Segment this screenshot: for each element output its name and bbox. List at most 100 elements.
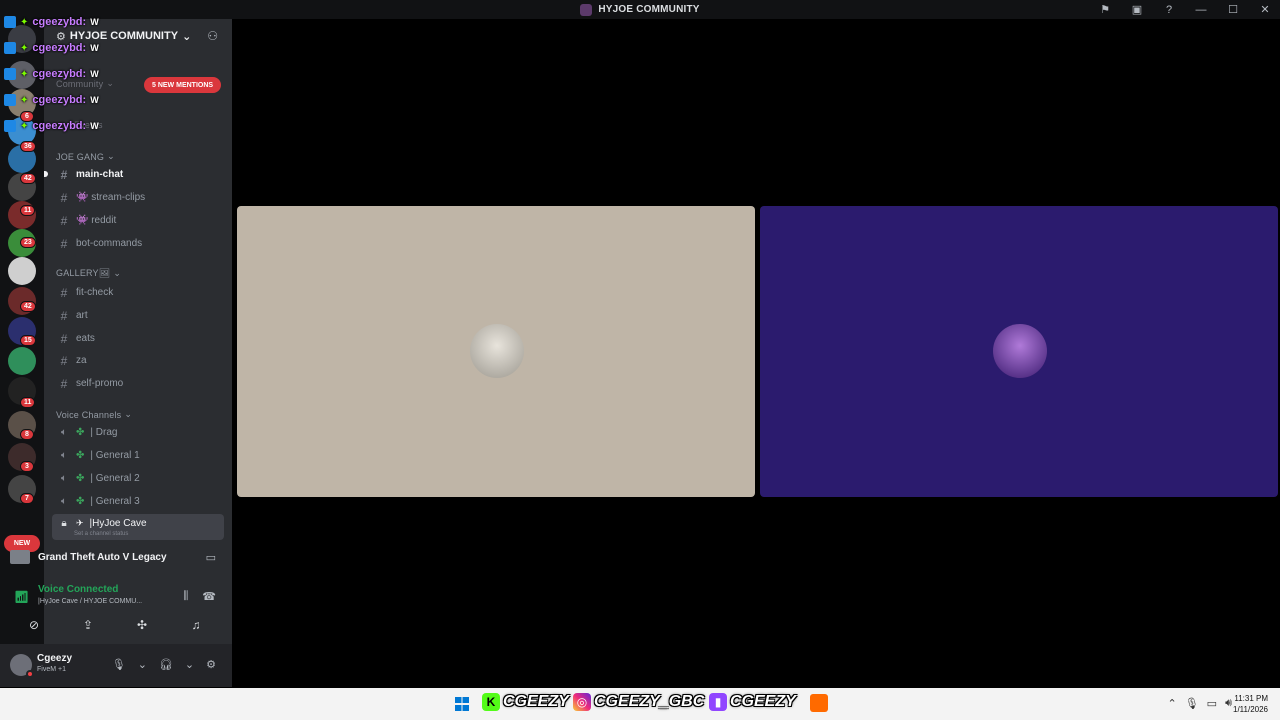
game-icon [10, 550, 30, 564]
hash-icon: # [60, 285, 68, 300]
overlay-chat-line: ✦ cgeezybd: W [4, 68, 99, 80]
add-member-icon[interactable]: ⚇ [207, 29, 218, 43]
maximize-icon[interactable]: ☐ [1226, 3, 1240, 16]
clover-icon: ✤ [76, 473, 85, 484]
channel-label: | Drag [90, 427, 118, 438]
speaker-icon: 🔈︎ [61, 496, 67, 507]
channel-eats[interactable]: # eats [52, 328, 224, 349]
windows-start-icon[interactable] [455, 697, 469, 711]
hash-icon: # [60, 308, 68, 323]
voice-connected-label[interactable]: Voice Connected [38, 584, 118, 595]
headphones-icon[interactable]: 🎧︎ [159, 658, 173, 671]
server-icon[interactable] [8, 347, 36, 375]
voice-channel-drag[interactable]: 🔈︎ ✤ | Drag [52, 422, 224, 443]
soundboard-icon[interactable]: ♫ [172, 612, 220, 638]
clover-icon: ✤ [76, 450, 85, 461]
overlay-chat-line: ✦ cgeezybd: W [4, 16, 99, 28]
instagram-icon: ◎ [573, 693, 591, 711]
new-mentions-pill[interactable]: 5 NEW MENTIONS [144, 77, 222, 93]
channel-bot-commands[interactable]: # bot-commands [52, 233, 224, 254]
activities-icon[interactable]: ✣ [118, 612, 166, 638]
server-icon [580, 3, 593, 16]
minimize-icon[interactable]: — [1194, 4, 1208, 16]
chevron-down-icon: ⌄ [106, 78, 115, 88]
participant-avatar [993, 324, 1047, 378]
participant-avatar [470, 324, 524, 378]
channel-main-chat[interactable]: # main-chat [44, 164, 224, 185]
signal-icon[interactable]: 📶︎ [14, 590, 29, 604]
voice-channel-hyjoe-cave[interactable]: 🔒︎ ✈ |HyJoe Cave Set a channel status [52, 514, 224, 540]
chevron-down-icon[interactable]: ⌄ [138, 658, 147, 671]
unread-badge: 7 [20, 493, 34, 504]
overlay-username: cgeezybd: [32, 42, 87, 54]
category-label: GALLERY🖼 [56, 268, 111, 278]
clover-icon: ✤ [76, 427, 85, 438]
channel-status-hint[interactable]: Set a channel status [74, 531, 128, 537]
settings-gear-icon[interactable]: ⚙ [206, 658, 216, 671]
channel-self-promo[interactable]: # self-promo [52, 373, 224, 394]
video-tile-left[interactable] [237, 206, 755, 497]
volume-icon[interactable]: 🔊︎ [1225, 697, 1232, 710]
server-icon[interactable] [8, 257, 36, 285]
hidden-item-label: Community [56, 78, 104, 89]
disconnect-icon[interactable]: ☎︎ [202, 590, 216, 603]
flag-icon[interactable]: ⚑ [1098, 3, 1112, 16]
activity-panel[interactable]: Grand Theft Auto V Legacy ▭ [6, 540, 224, 574]
overlay-username: cgeezybd: [32, 16, 87, 28]
status-indicator [26, 670, 34, 678]
hash-icon: # [60, 213, 68, 228]
channel-stream-clips[interactable]: # 👾 stream-clips [52, 187, 224, 208]
camera-off-icon[interactable]: ⊘ [10, 612, 58, 638]
chevron-up-icon[interactable]: ⌃ [1167, 697, 1176, 710]
noise-suppression-icon[interactable]: ⫼ [183, 590, 188, 603]
channel-art[interactable]: # art [52, 305, 224, 326]
clock[interactable]: 11:31 PM 1/11/2026 [1233, 693, 1268, 715]
sparkle-icon: ✦ [20, 94, 29, 106]
voice-controls: ⊘ ⇪ ✣ ♫ [10, 612, 220, 638]
inbox-icon[interactable]: ▣ [1130, 3, 1144, 16]
help-icon[interactable]: ? [1162, 4, 1176, 16]
channel-label: |HyJoe Cave [89, 518, 147, 529]
channel-label: | General 3 [90, 496, 140, 507]
windows-taskbar: K CGEEZY ◎ CGEEZY_GBC ▮ CGEEZY ⌃ 🎙︎ ▭ 🔊︎… [0, 688, 1280, 720]
server-name: HYJOE COMMUNITY [69, 30, 179, 42]
overlay-chat-line: ✦ cgeezybd: W [4, 94, 99, 106]
channel-fit-check[interactable]: # fit-check [52, 282, 224, 303]
close-icon[interactable]: ✕ [1258, 3, 1272, 16]
network-icon[interactable]: ▭ [1207, 697, 1217, 710]
unread-badge: 23 [20, 237, 36, 248]
category-gallery[interactable]: GALLERY🖼 ⌄ [56, 268, 121, 279]
video-tile-right[interactable] [760, 206, 1278, 497]
hash-icon: # [60, 331, 68, 346]
user-activity-status: FiveM +1 [37, 666, 66, 673]
unread-badge: 11 [20, 205, 36, 216]
voice-channel-general-3[interactable]: 🔈︎ ✤ | General 3 [52, 491, 224, 512]
category-joe-gang[interactable]: JOE GANG ⌄ [56, 151, 115, 162]
voice-channel-general-1[interactable]: 🔈︎ ✤ | General 1 [52, 445, 224, 466]
microphone-icon[interactable]: 🎙︎ [1185, 697, 1199, 710]
voice-channel-path[interactable]: |HyJoe Cave / HYJOE COMMU... [38, 598, 142, 605]
clock-time: 11:31 PM [1234, 694, 1268, 703]
channel-reddit[interactable]: # 👾 reddit [52, 210, 224, 231]
monitor-icon[interactable]: ▭ [206, 551, 216, 564]
screen-share-icon[interactable]: ⇪ [64, 612, 112, 638]
category-voice-channels[interactable]: Voice Channels ⌄ [56, 409, 132, 420]
overlay-bot-icon [4, 42, 16, 54]
lock-icon: 🔒︎ [61, 518, 67, 529]
unread-badge: 3 [20, 461, 34, 472]
instagram-handle: ◎ CGEEZY_GBC [573, 693, 704, 711]
channel-label: 👾 stream-clips [76, 192, 146, 203]
window-title-text: HYJOE COMMUNITY [598, 4, 700, 15]
chevron-down-icon[interactable]: ⌄ [185, 658, 194, 671]
microphone-icon[interactable]: 🎙︎ [112, 658, 126, 671]
hash-icon: # [60, 236, 68, 251]
username[interactable]: Cgeezy [37, 653, 72, 664]
unread-badge: 42 [20, 301, 36, 312]
app-icon[interactable] [810, 694, 828, 712]
twitch-handle: ▮ CGEEZY [709, 693, 796, 711]
voice-channel-general-2[interactable]: 🔈︎ ✤ | General 2 [52, 468, 224, 489]
overlay-badge: W [90, 69, 99, 79]
channel-za[interactable]: # za [52, 350, 224, 371]
speaker-icon: 🔈︎ [61, 427, 67, 438]
channel-label: | General 1 [90, 450, 140, 461]
